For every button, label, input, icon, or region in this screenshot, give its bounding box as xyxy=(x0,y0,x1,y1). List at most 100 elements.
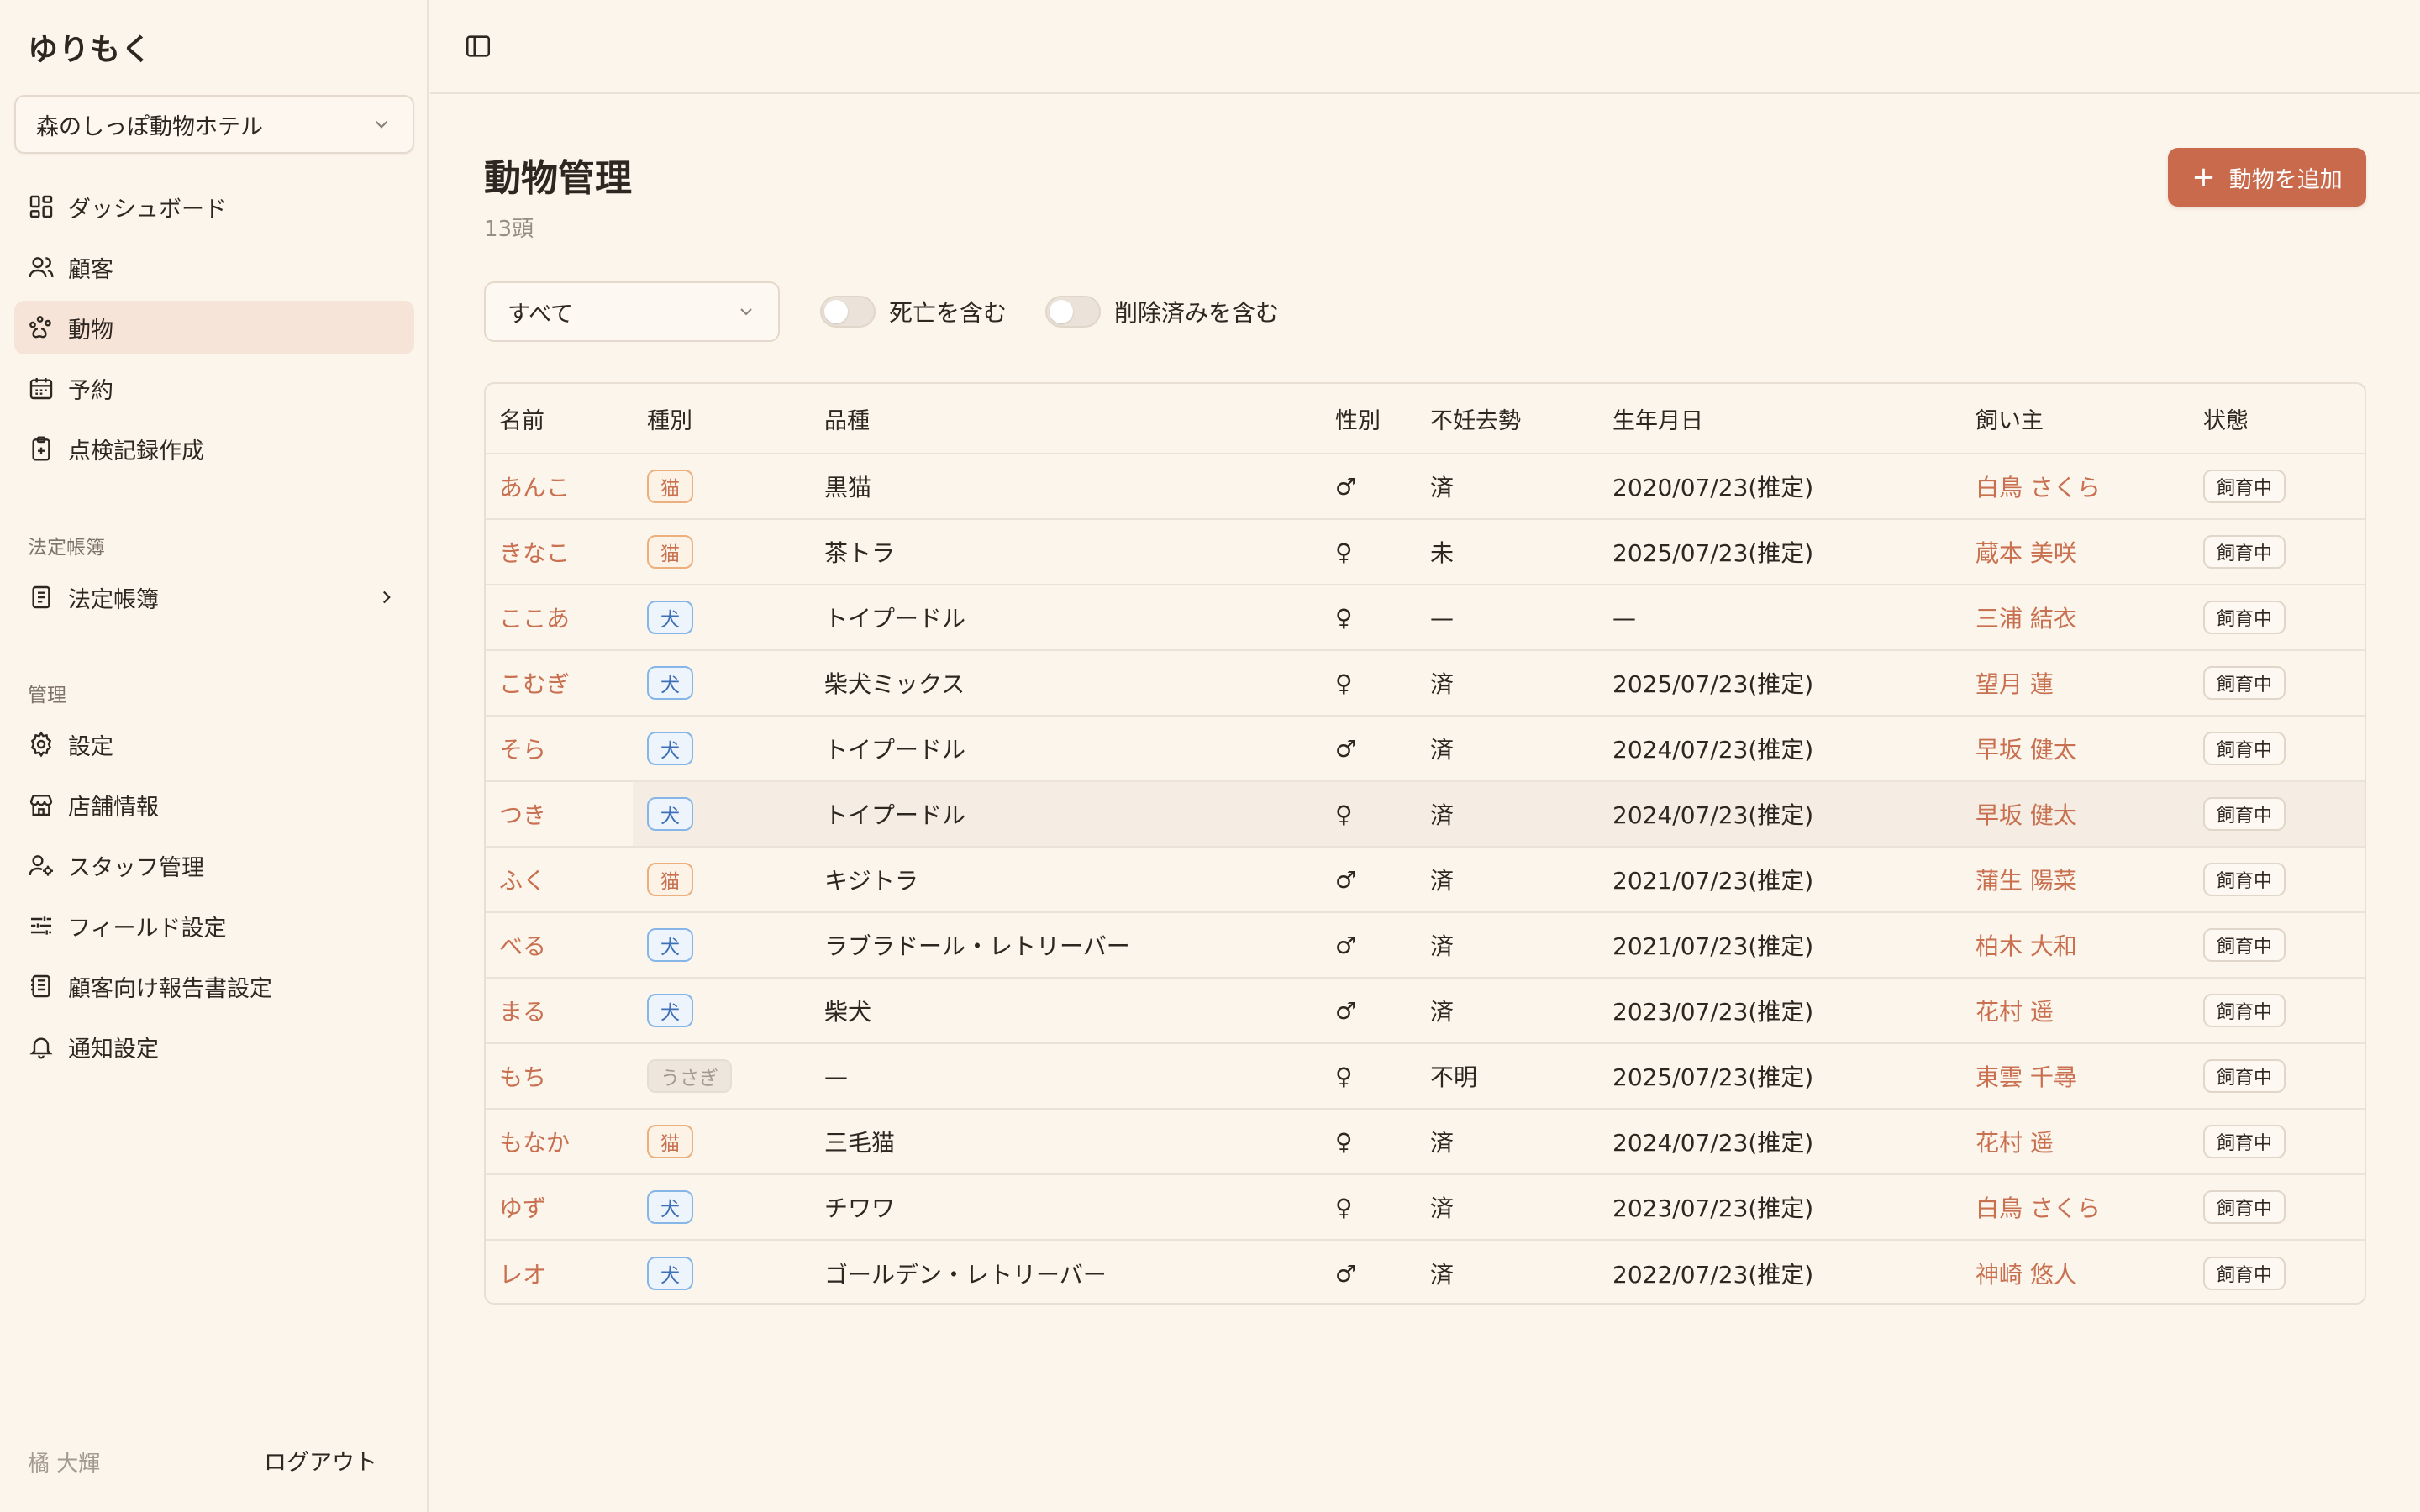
table-row[interactable]: ここあ 犬 トイプードル ♀ — — 三浦 結衣 飼育中 xyxy=(486,585,2365,651)
col-birthdate-value: 2024/07/23(推定) xyxy=(1612,1129,1814,1157)
owner-link[interactable]: 柏木 大和 xyxy=(1975,928,2077,962)
dashboard-icon xyxy=(29,195,53,218)
animal-name-link[interactable]: まる xyxy=(499,994,546,1027)
nav-item-dashboard[interactable]: ダッシュボード xyxy=(14,180,414,234)
owner-link[interactable]: 白鳥 さくら xyxy=(1975,470,2101,503)
col-sex: ♀ xyxy=(1335,1175,1353,1239)
col-birthdate-value: 2020/07/23(推定) xyxy=(1612,474,1814,501)
animal-name-link[interactable]: あんこ xyxy=(499,470,570,503)
nav-item-animals[interactable]: 動物 xyxy=(14,301,414,354)
animal-name-link[interactable]: もなか xyxy=(499,1125,570,1158)
status-badge: 飼育中 xyxy=(2203,732,2286,765)
table-row[interactable]: べる 犬 ラブラドール・レトリーバー ♂ 済 2021/07/23(推定) 柏木 大和 飼育中 xyxy=(486,913,2365,979)
animal-name-link[interactable]: きなこ xyxy=(499,535,570,569)
table-header-col-species[interactable]: 種別 xyxy=(647,384,692,453)
owner-link[interactable]: 早坂 健太 xyxy=(1975,732,2077,765)
include-deleted-toggle[interactable]: 削除済みを含む xyxy=(1045,295,1279,328)
owner-link[interactable]: 神崎 悠人 xyxy=(1975,1257,2077,1290)
nav-item-notification-settings[interactable]: 通知設定 xyxy=(14,1020,414,1074)
col-name: あんこ xyxy=(499,454,570,518)
col-neuter: 済 xyxy=(1430,1110,1454,1173)
nav-item-customers[interactable]: 顧客 xyxy=(14,240,414,294)
owner-link[interactable]: 蔵本 美咲 xyxy=(1975,535,2077,569)
plus-icon: + xyxy=(2191,160,2216,194)
species-badge: 犬 xyxy=(647,928,693,962)
include-deceased-toggle[interactable]: 死亡を含む xyxy=(820,295,1007,328)
table-row[interactable]: レオ 犬 ゴールデン・レトリーバー ♂ 済 2022/07/23(推定) 神崎 悠人 飼育中 xyxy=(486,1241,2365,1303)
owner-link[interactable]: 白鳥 さくら xyxy=(1975,1190,2101,1224)
owner-link[interactable]: 花村 遥 xyxy=(1975,1125,2054,1158)
toggle-switch[interactable] xyxy=(1045,296,1101,328)
table-header-col-name[interactable]: 名前 xyxy=(499,384,544,453)
paw-icon xyxy=(29,316,51,339)
table-header-col-breed[interactable]: 品種 xyxy=(824,384,870,453)
logout-button[interactable]: ログアウト xyxy=(264,1444,377,1477)
toggle-switch[interactable] xyxy=(820,296,876,328)
col-breed-value: 柴犬 xyxy=(824,998,872,1026)
col-breed: ゴールデン・レトリーバー xyxy=(824,1241,1107,1303)
table-header-col-sex[interactable]: 性別 xyxy=(1335,384,1381,453)
owner-link[interactable]: 早坂 健太 xyxy=(1975,797,2077,831)
animal-name-link[interactable]: ゆず xyxy=(499,1190,546,1224)
col-neuter: 済 xyxy=(1430,454,1454,518)
col-species: 猫 xyxy=(647,848,693,911)
col-name: つき xyxy=(499,782,546,846)
table-row[interactable]: もなか 猫 三毛猫 ♀ 済 2024/07/23(推定) 花村 遥 飼育中 xyxy=(486,1110,2365,1175)
col-neuter: 済 xyxy=(1430,913,1454,977)
owner-link[interactable]: 三浦 結衣 xyxy=(1975,601,2077,634)
col-status: 飼育中 xyxy=(2203,1044,2286,1108)
nav-item-field-settings[interactable]: フィールド設定 xyxy=(14,899,414,953)
col-birthdate-value: 2025/07/23(推定) xyxy=(1612,539,1814,567)
sliders-icon xyxy=(31,916,51,935)
status-badge: 飼育中 xyxy=(2203,535,2286,569)
col-name: こむぎ xyxy=(499,651,570,715)
col-species: 犬 xyxy=(647,979,693,1042)
animal-name-link[interactable]: ふく xyxy=(499,863,546,896)
animal-name-link[interactable]: レオ xyxy=(499,1257,546,1290)
table-header-col-neuter[interactable]: 不妊去勢 xyxy=(1430,384,1521,453)
store-selector[interactable]: 森のしっぽ動物ホテル xyxy=(14,95,414,154)
status-badge: 飼育中 xyxy=(2203,1190,2286,1224)
table-row[interactable]: ゆず 犬 チワワ ♀ 済 2023/07/23(推定) 白鳥 さくら 飼育中 xyxy=(486,1175,2365,1241)
table-row[interactable]: あんこ 猫 黒猫 ♂ 済 2020/07/23(推定) 白鳥 さくら 飼育中 xyxy=(486,454,2365,520)
animal-name-link[interactable]: もち xyxy=(499,1059,546,1093)
col-name: もち xyxy=(499,1044,546,1108)
nav-item-legal-ledger[interactable]: 法定帳簿 xyxy=(14,570,414,624)
col-birthdate: 2021/07/23(推定) xyxy=(1612,913,1813,977)
nav-item-reservations[interactable]: 予約 xyxy=(14,361,414,415)
table-header-col-birthdate[interactable]: 生年月日 xyxy=(1612,384,1703,453)
animal-name-link[interactable]: ここあ xyxy=(499,601,570,634)
animal-name-link[interactable]: こむぎ xyxy=(499,666,570,700)
nav-item-label: 法定帳簿 xyxy=(68,586,159,613)
table-header-col-owner[interactable]: 飼い主 xyxy=(1975,384,2044,453)
owner-link[interactable]: 東雲 千尋 xyxy=(1975,1059,2077,1093)
species-badge: 犬 xyxy=(647,797,693,831)
table-row[interactable]: もち うさぎ — ♀ 不明 2025/07/23(推定) 東雲 千尋 飼育中 xyxy=(486,1044,2365,1110)
nav-item-store-info[interactable]: 店舗情報 xyxy=(14,778,414,832)
table-row[interactable]: そら 犬 トイプードル ♂ 済 2024/07/23(推定) 早坂 健太 飼育中 xyxy=(486,717,2365,782)
owner-link[interactable]: 望月 蓮 xyxy=(1975,666,2054,700)
animal-name-link[interactable]: べる xyxy=(499,928,546,962)
legal-nav: 法定帳簿 xyxy=(14,570,414,631)
animal-name-link[interactable]: そら xyxy=(499,732,546,765)
nav-item-staff[interactable]: スタッフ管理 xyxy=(14,838,414,892)
col-neuter: — xyxy=(1430,585,1454,649)
nav-item-inspection-record[interactable]: 点検記録作成 xyxy=(14,422,414,475)
species-filter-select[interactable]: すべて xyxy=(484,281,780,342)
table-header-col-status[interactable]: 状態 xyxy=(2203,384,2249,453)
animal-name-link[interactable]: つき xyxy=(499,797,546,831)
nav-item-settings[interactable]: 設定 xyxy=(14,717,414,771)
owner-link[interactable]: 蒲生 陽菜 xyxy=(1975,863,2077,896)
col-status: 飼育中 xyxy=(2203,1175,2286,1239)
col-birthdate: 2020/07/23(推定) xyxy=(1612,454,1813,518)
table-row[interactable]: つき 犬 トイプードル ♀ 済 2024/07/23(推定) 早坂 健太 飼育中 xyxy=(486,782,2365,848)
table-row[interactable]: まる 犬 柴犬 ♂ 済 2023/07/23(推定) 花村 遥 飼育中 xyxy=(486,979,2365,1044)
table-row[interactable]: ふく 猫 キジトラ ♂ 済 2021/07/23(推定) 蒲生 陽菜 飼育中 xyxy=(486,848,2365,913)
col-neuter-value: 済 xyxy=(1430,998,1455,1026)
sidebar-toggle-icon[interactable] xyxy=(464,32,492,60)
owner-link[interactable]: 花村 遥 xyxy=(1975,994,2054,1027)
nav-item-report-settings[interactable]: 顧客向け報告書設定 xyxy=(14,959,414,1013)
add-animal-button[interactable]: + 動物を追加 xyxy=(2168,148,2366,207)
table-row[interactable]: こむぎ 犬 柴犬ミックス ♀ 済 2025/07/23(推定) 望月 蓮 飼育中 xyxy=(486,651,2365,717)
table-row[interactable]: きなこ 猫 茶トラ ♀ 未 2025/07/23(推定) 蔵本 美咲 飼育中 xyxy=(486,520,2365,585)
